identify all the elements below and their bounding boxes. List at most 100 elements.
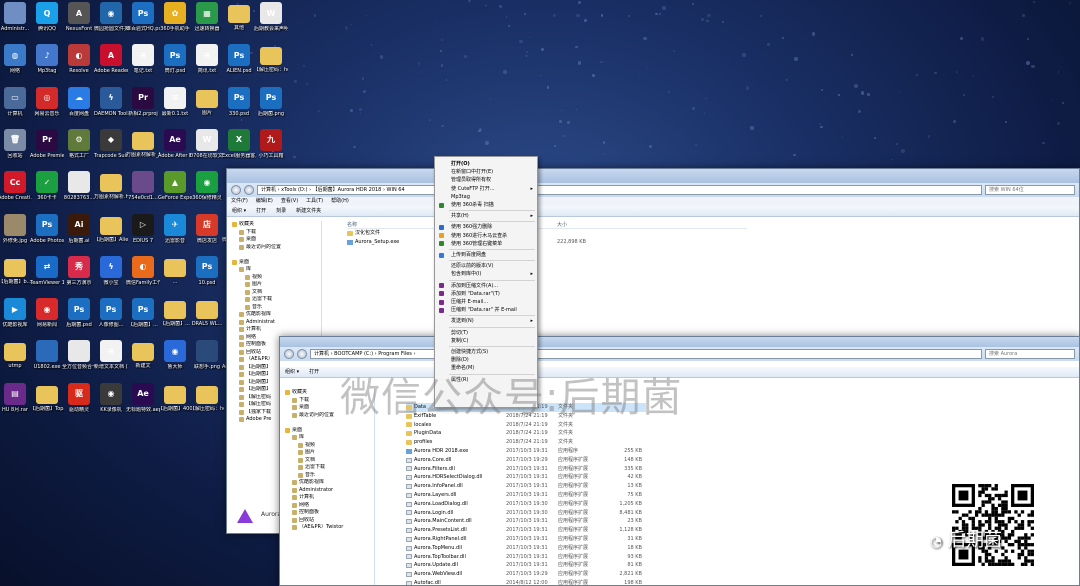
file-row[interactable]: Aurora.MainContent.dll 2017/10/3 19:31 应用程… bbox=[406, 517, 646, 526]
desktop-icon[interactable]: ⚙ 格式工厂 bbox=[62, 128, 96, 159]
desktop-icon[interactable]: ✈ 迅雷影音 bbox=[158, 213, 192, 244]
file-row[interactable]: Aurora.WebView.dll 2017/10/3 19:29 应用程序扩展 2… bbox=[406, 570, 646, 579]
desktop-icon[interactable]: ◐ Resolve bbox=[62, 44, 96, 74]
context-menu-item[interactable]: 使 CuteFTP 打开... ▸ bbox=[435, 185, 537, 193]
desktop-icon[interactable]: ▶ 优酷影视库 bbox=[0, 298, 32, 328]
context-menu-item[interactable]: 使用 360强力删除 bbox=[435, 223, 537, 231]
menu-item[interactable]: 编辑(E) bbox=[256, 197, 273, 206]
search-input[interactable]: 搜索 WIN 64位 bbox=[985, 185, 1075, 195]
context-menu-item[interactable]: 压缩并 E-mail... bbox=[435, 298, 537, 306]
file-row[interactable]: Aurora.PresetsList.dll 2017/10/3 19:31 应用程… bbox=[406, 526, 646, 535]
toolbar-button[interactable]: 新建文件夹 bbox=[296, 206, 321, 216]
desktop-icon[interactable]: 【后期菌】b... bbox=[0, 256, 32, 285]
desktop-icon[interactable]: ▦ 迅速转换器 bbox=[190, 2, 224, 32]
desktop-icon[interactable]: ▷ EDIUS 7 bbox=[126, 213, 160, 244]
desktop-icon[interactable]: 联想手.png bbox=[190, 340, 224, 370]
desktop-icon[interactable]: ≡ 简讯.txt bbox=[190, 44, 224, 74]
desktop-icon[interactable]: Ps 330.psd bbox=[222, 86, 256, 117]
desktop-icon[interactable]: 【后期菌】Alien Skin... bbox=[94, 214, 128, 243]
file-row[interactable]: Aurora.Filters.dll 2017/10/3 19:31 应用程序扩展 3… bbox=[406, 465, 646, 474]
context-menu-item[interactable]: 还原以前的版本(V) bbox=[435, 262, 537, 270]
nav-item[interactable]: 计算机 bbox=[280, 494, 374, 502]
context-menu-item[interactable]: 使用 360杀毒 扫描 bbox=[435, 201, 537, 209]
context-menu-item[interactable]: Mp3tag bbox=[435, 193, 537, 201]
nav-item[interactable]: 图片 bbox=[280, 449, 374, 457]
context-menu-item[interactable]: 在新窗口中打开(E) bbox=[435, 168, 537, 176]
back-button[interactable] bbox=[231, 185, 241, 195]
desktop-icon[interactable]: ◉ 360保修精灵 bbox=[190, 171, 224, 201]
desktop-icon[interactable]: U1802.exe bbox=[30, 340, 64, 370]
desktop-icon[interactable]: ≡新增文本文档 (2).txt bbox=[94, 340, 128, 370]
file-row[interactable]: Aurora.RightPanel.dll 2017/10/3 19:31 应用程序… bbox=[406, 535, 646, 544]
desktop-icon[interactable]: Ps 后期菌.png bbox=[254, 86, 288, 117]
menu-item[interactable]: 帮助(H) bbox=[331, 197, 349, 206]
nav-item[interactable]: Administrat bbox=[227, 319, 321, 327]
file-row[interactable]: Aurora.Login.dll 2017/10/3 19:30 应用程序扩展 8,4… bbox=[406, 509, 646, 518]
context-menu-item[interactable]: 复制(C) bbox=[435, 337, 537, 345]
file-row[interactable]: Aurora HDR 2018.exe 2017/10/3 19:31 应用程序 25… bbox=[406, 447, 646, 456]
nav-item[interactable]: 控制面板 bbox=[280, 509, 374, 517]
desktop-icon[interactable]: 其他 bbox=[222, 2, 256, 31]
context-menu-item[interactable]: 使用 360管理右键菜单 bbox=[435, 240, 537, 248]
desktop-icon[interactable]: 外修免.jpg bbox=[0, 213, 32, 244]
nav-item[interactable] bbox=[227, 251, 321, 259]
desktop-icon[interactable]: ≡ 笔记.txt bbox=[126, 44, 160, 74]
desktop-icon[interactable]: W0708在坊软文.docx bbox=[190, 128, 224, 159]
desktop-icon[interactable]: 新建文 bbox=[126, 340, 160, 369]
nav-item[interactable]: 最近访问的位置 bbox=[227, 244, 321, 252]
file-row[interactable]: Aurora_Setup.exe 222,898 KB bbox=[347, 238, 747, 247]
desktop-icon[interactable]: PrAdobe Premie... bbox=[30, 128, 64, 159]
toolbar-button[interactable]: 组织 ▾ bbox=[232, 206, 246, 216]
desktop-icon[interactable]: Ps 谁百验式HQ.psd bbox=[126, 2, 160, 32]
desktop-icon[interactable]: ϟDAEMON Tools Lite bbox=[94, 86, 128, 117]
desktop-icon[interactable]: 万图素材解析.html bbox=[94, 171, 128, 200]
nav-item[interactable]: 文档 bbox=[227, 289, 321, 297]
toolbar-button[interactable]: 组织 ▾ bbox=[285, 367, 299, 377]
file-row[interactable]: Aurora.TopToolbar.dll 2017/10/3 19:31 应用程序… bbox=[406, 553, 646, 562]
context-menu-item[interactable]: 添加到 "Data.rar"(T) bbox=[435, 290, 537, 298]
desktop-icon[interactable]: W 后期教会来声明.docx bbox=[254, 2, 288, 32]
nav-item[interactable]: 视频 bbox=[227, 274, 321, 282]
desktop-icon[interactable]: ≡ 最新0.1.txt bbox=[158, 86, 192, 117]
context-menu-item[interactable]: 打开(O) bbox=[435, 160, 537, 168]
desktop-icon[interactable]: ✓ 360卡卡 bbox=[30, 171, 64, 201]
desktop-icon[interactable]: Q 腾讯QQ bbox=[30, 2, 64, 32]
nav-item[interactable]: 音乐 bbox=[227, 304, 321, 312]
nav-item[interactable]: 音乐 bbox=[280, 472, 374, 480]
nav-item[interactable]: 计算机 bbox=[227, 326, 321, 334]
desktop-icon[interactable]: ◉ 微园抢圆文件夹.exe bbox=[94, 2, 128, 32]
nav-item[interactable]: 回收站 bbox=[280, 517, 374, 525]
desktop-icon[interactable]: ϟ 微小宝 bbox=[94, 255, 128, 286]
nav-item[interactable]: 优酷影视库 bbox=[227, 311, 321, 319]
desktop-icon[interactable]: ◉ 鲁大师 bbox=[158, 340, 192, 370]
desktop-icon[interactable]: 754e0cd1... bbox=[126, 171, 160, 201]
nav-item[interactable]: 收藏夹 bbox=[227, 221, 321, 229]
nav-item[interactable]: 迅雷下载 bbox=[227, 296, 321, 304]
file-row[interactable]: Autofac.dll 2014/8/12 12:00 应用程序扩展 198 KB bbox=[406, 579, 646, 585]
context-menu-item[interactable]: 管理员取得所有权 bbox=[435, 176, 537, 184]
desktop-icon[interactable]: 【解压密码：houqj... bbox=[190, 383, 224, 412]
desktop-icon[interactable]: ◉ 网易新闻 bbox=[30, 298, 64, 328]
context-menu-item[interactable]: 压缩到 "Data.rar" 并 E-mail bbox=[435, 306, 537, 314]
desktop-icon[interactable]: 图片 bbox=[190, 87, 224, 116]
desktop-icon[interactable]: 【后期菌】400个文字... bbox=[158, 383, 192, 412]
toolbar-button[interactable]: 打开 bbox=[256, 206, 266, 216]
size-column-header[interactable]: 大小 bbox=[557, 221, 567, 228]
nav-item[interactable]: Administrator bbox=[280, 487, 374, 495]
back-button[interactable] bbox=[284, 349, 294, 359]
search-input[interactable]: 搜索 Aurora bbox=[985, 349, 1075, 359]
desktop-icon[interactable]: Ps 人像修图... bbox=[94, 298, 128, 328]
desktop-icon[interactable]: AAdobe Reader XI bbox=[94, 44, 128, 74]
nav-item[interactable]: 视频 bbox=[280, 442, 374, 450]
desktop-icon[interactable]: 【解压密码：houqi... bbox=[254, 44, 288, 73]
context-menu-item[interactable]: 共享(H) ▸ bbox=[435, 212, 537, 220]
desktop-icon[interactable]: ◆Trapcode Suite 12.1... bbox=[94, 128, 128, 159]
desktop-icon[interactable]: CcAdobe Creati... bbox=[0, 171, 32, 201]
address-field[interactable]: 计算机 › BOOTCAMP (C:) › Program Files › bbox=[310, 349, 982, 359]
nav-item[interactable]: （AE&PR）Twistor bbox=[280, 524, 374, 532]
desktop-icon[interactable]: ◍ 网络 bbox=[0, 44, 32, 74]
file-row[interactable]: PluginData 2018/7/24 21:19 文件夹 bbox=[406, 429, 646, 438]
desktop-icon[interactable]: A NexusFont bbox=[62, 2, 96, 32]
address-field[interactable]: 计算机 › xTools (D:) › 【后期菌】Aurora HDR 2018… bbox=[257, 185, 982, 195]
file-row[interactable]: Aurora.Update.dll 2017/10/3 19:31 应用程序扩展 81… bbox=[406, 561, 646, 570]
